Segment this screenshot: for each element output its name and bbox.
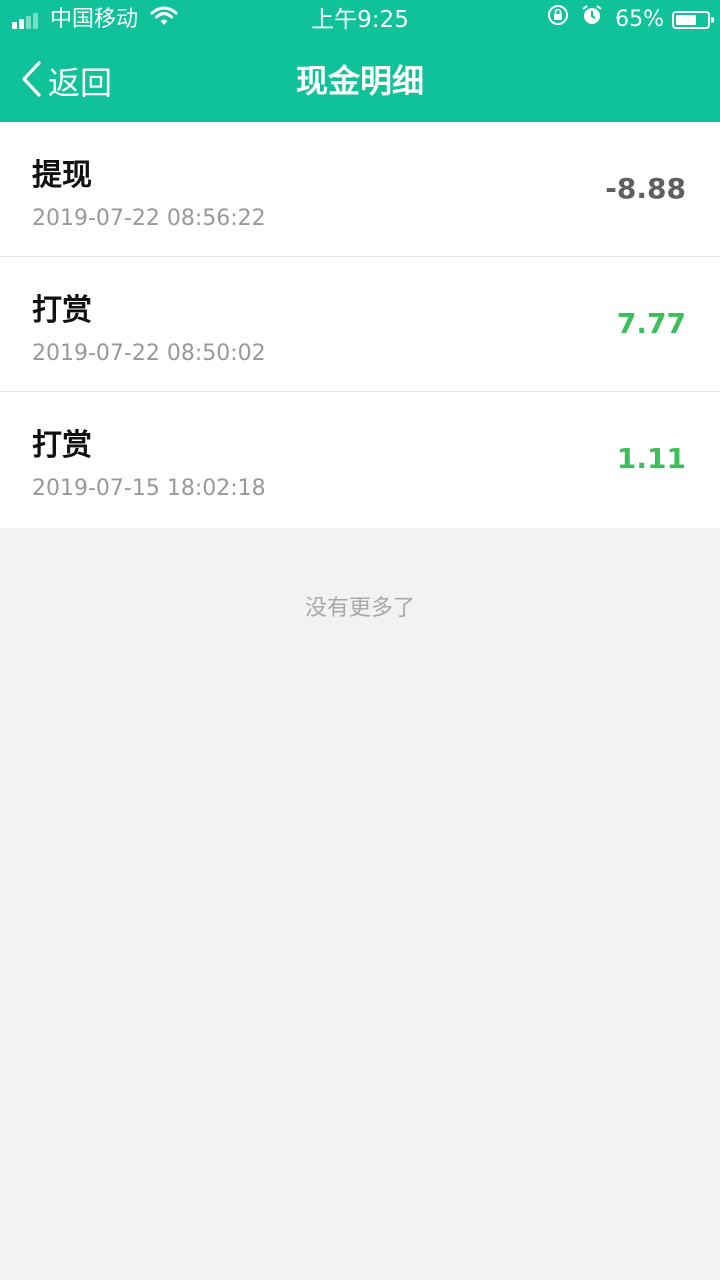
record-time: 2019-07-15 18:02:18	[32, 476, 266, 501]
record-amount: -8.88	[605, 172, 686, 205]
battery-icon	[672, 11, 714, 29]
record-amount: 1.11	[616, 442, 686, 475]
status-right: 65%	[547, 0, 714, 40]
record-time: 2019-07-22 08:50:02	[32, 341, 266, 366]
header: 中国移动 上午9:25 65% 返回 现金明细	[0, 0, 720, 122]
cash-record-list: 提现 2019-07-22 08:56:22 -8.88 打赏 2019-07-…	[0, 122, 720, 528]
record-title: 打赏	[32, 428, 92, 463]
record-title: 提现	[32, 158, 92, 193]
back-label: 返回	[48, 64, 113, 102]
list-item[interactable]: 提现 2019-07-22 08:56:22 -8.88	[0, 122, 720, 257]
nav-bar: 返回 现金明细	[0, 40, 720, 122]
status-bar: 中国移动 上午9:25 65%	[0, 0, 720, 40]
list-item[interactable]: 打赏 2019-07-15 18:02:18 1.11	[0, 392, 720, 528]
record-time: 2019-07-22 08:56:22	[32, 206, 266, 231]
record-title: 打赏	[32, 293, 92, 328]
battery-percent: 65%	[615, 7, 664, 32]
rotation-lock-icon	[547, 0, 569, 40]
chevron-left-icon	[20, 61, 42, 101]
list-item[interactable]: 打赏 2019-07-22 08:50:02 7.77	[0, 257, 720, 392]
alarm-icon	[581, 0, 603, 40]
back-button[interactable]: 返回	[20, 40, 112, 122]
no-more-text: 没有更多了	[304, 596, 415, 621]
record-amount: 7.77	[616, 307, 686, 340]
